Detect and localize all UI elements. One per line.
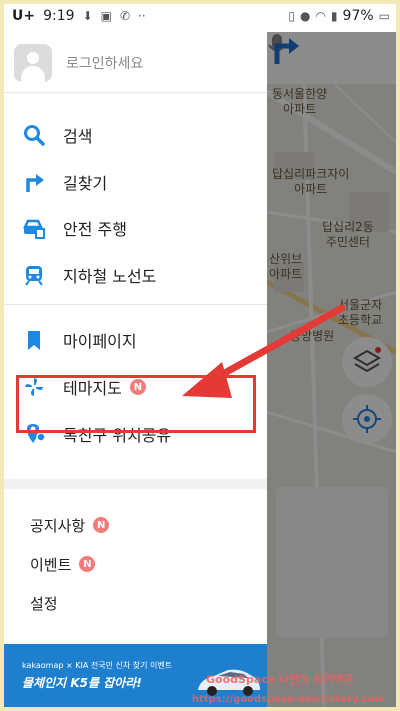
screen-frame: U+ 9:19 ⬇ ▣ ✆ ·· ▯ ● ◠ ▮ 97% ▭ 동서울한양 아파트… xyxy=(0,0,400,711)
watermark-url: https://goodspace-dev.tistory.com xyxy=(192,694,385,705)
watermark-title: GoodSpace 나만의 위키백과 xyxy=(206,673,354,686)
annotation-arrow xyxy=(182,304,346,398)
